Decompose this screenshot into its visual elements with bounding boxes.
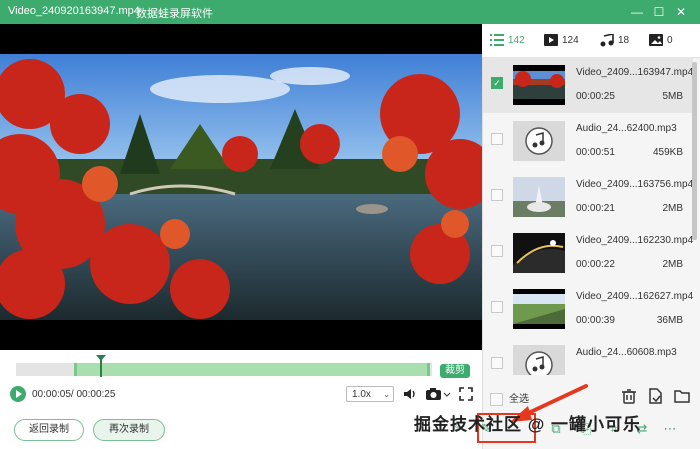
video-frame	[0, 54, 482, 320]
image-icon	[649, 34, 663, 46]
item-checkbox[interactable]	[491, 245, 503, 257]
trim-timeline[interactable]	[16, 355, 432, 377]
tab-all-count: 142	[508, 34, 525, 46]
list-item[interactable]: Video_2409...163756.mp4 00:00:21 2MB	[483, 169, 693, 225]
more-icon[interactable]: ⋯	[662, 421, 678, 437]
file-name: Video_2409...162627.mp4	[576, 291, 694, 302]
app-name: 数据蛙录屏软件	[136, 8, 213, 20]
list-icon	[490, 34, 504, 46]
tab-video-count: 124	[562, 34, 579, 46]
tab-video[interactable]: 124	[544, 34, 579, 46]
file-duration: 00:00:22	[576, 259, 615, 270]
file-size: 2MB	[662, 259, 683, 270]
tab-audio[interactable]: 18	[600, 33, 630, 47]
item-checkbox[interactable]: ✓	[491, 77, 503, 89]
file-size: 459KB	[652, 147, 683, 158]
chevron-down-icon: ⌄	[383, 390, 390, 399]
file-size: 36MB	[656, 315, 683, 326]
folder-icon[interactable]	[673, 387, 691, 405]
item-checkbox[interactable]	[491, 133, 503, 145]
file-name: Audio_24...62400.mp3	[576, 123, 677, 134]
file-name: Video_2409...162230.mp4	[576, 235, 694, 246]
video-player[interactable]	[0, 24, 482, 350]
file-size: 2MB	[662, 203, 683, 214]
video-icon	[544, 34, 558, 46]
title-bar: Video_240920163947.mp4 数据蛙录屏软件 — ☐ ✕	[0, 0, 700, 24]
back-to-record-button[interactable]: 返回录制	[14, 419, 84, 441]
media-tabs: 142 124 18 0	[482, 24, 700, 58]
file-name: Video_2409...163947.mp4	[576, 67, 694, 78]
file-size: 5MB	[662, 91, 683, 102]
list-item[interactable]: Video_2409...162627.mp4 00:00:39 36MB	[483, 281, 693, 337]
trash-icon[interactable]	[620, 387, 638, 405]
audio-thumbnail	[513, 345, 565, 375]
cut-button[interactable]: 裁剪	[440, 364, 470, 378]
watermark: 掘金技术社区 @ 一罐小可乐	[414, 415, 642, 434]
list-item[interactable]: ✓ Video_2409...163947.mp4 00:00:25 5MB	[483, 57, 693, 113]
audio-thumbnail	[513, 121, 565, 161]
trim-selection[interactable]	[74, 363, 430, 376]
item-checkbox[interactable]	[491, 189, 503, 201]
scrollbar[interactable]	[692, 62, 697, 240]
list-item[interactable]: Video_2409...162230.mp4 00:00:22 2MB	[483, 225, 693, 281]
video-thumbnail	[513, 65, 565, 105]
play-button[interactable]	[10, 386, 26, 402]
file-name: Audio_24...60608.mp3	[576, 347, 677, 358]
file-duration: 00:00:51	[576, 147, 615, 158]
music-icon	[600, 33, 614, 47]
video-thumbnail	[513, 289, 565, 329]
video-thumbnail	[513, 233, 565, 273]
item-checkbox[interactable]	[491, 301, 503, 313]
close-icon[interactable]: ✕	[672, 3, 690, 21]
tab-all[interactable]: 142	[490, 34, 525, 46]
video-thumbnail	[513, 177, 565, 217]
fullscreen-icon[interactable]	[458, 386, 474, 402]
file-duration: 00:00:39	[576, 315, 615, 326]
list-item[interactable]: Audio_24...62400.mp3 00:00:51 459KB	[483, 113, 693, 169]
window-title: Video_240920163947.mp4	[8, 5, 140, 17]
record-again-button[interactable]: 再次录制	[93, 419, 165, 441]
camera-icon[interactable]	[425, 386, 453, 402]
tab-audio-count: 18	[618, 35, 630, 46]
item-checkbox[interactable]	[491, 357, 503, 369]
tab-image[interactable]: 0	[649, 34, 673, 46]
file-name: Video_2409...163756.mp4	[576, 179, 694, 190]
maximize-icon[interactable]: ☐	[650, 3, 668, 21]
minimize-icon[interactable]: —	[628, 3, 646, 21]
speed-value: 1.0x	[352, 389, 371, 400]
file-duration: 00:00:21	[576, 203, 615, 214]
playhead[interactable]	[100, 357, 102, 377]
playback-time: 00:00:05/ 00:00:25	[32, 389, 116, 400]
export-file-icon[interactable]	[646, 387, 664, 405]
speed-select[interactable]: 1.0x ⌄	[346, 386, 394, 402]
list-item[interactable]: Audio_24...60608.mp3	[483, 337, 693, 375]
volume-icon[interactable]	[402, 386, 418, 402]
tab-image-count: 0	[667, 34, 673, 46]
file-duration: 00:00:25	[576, 91, 615, 102]
